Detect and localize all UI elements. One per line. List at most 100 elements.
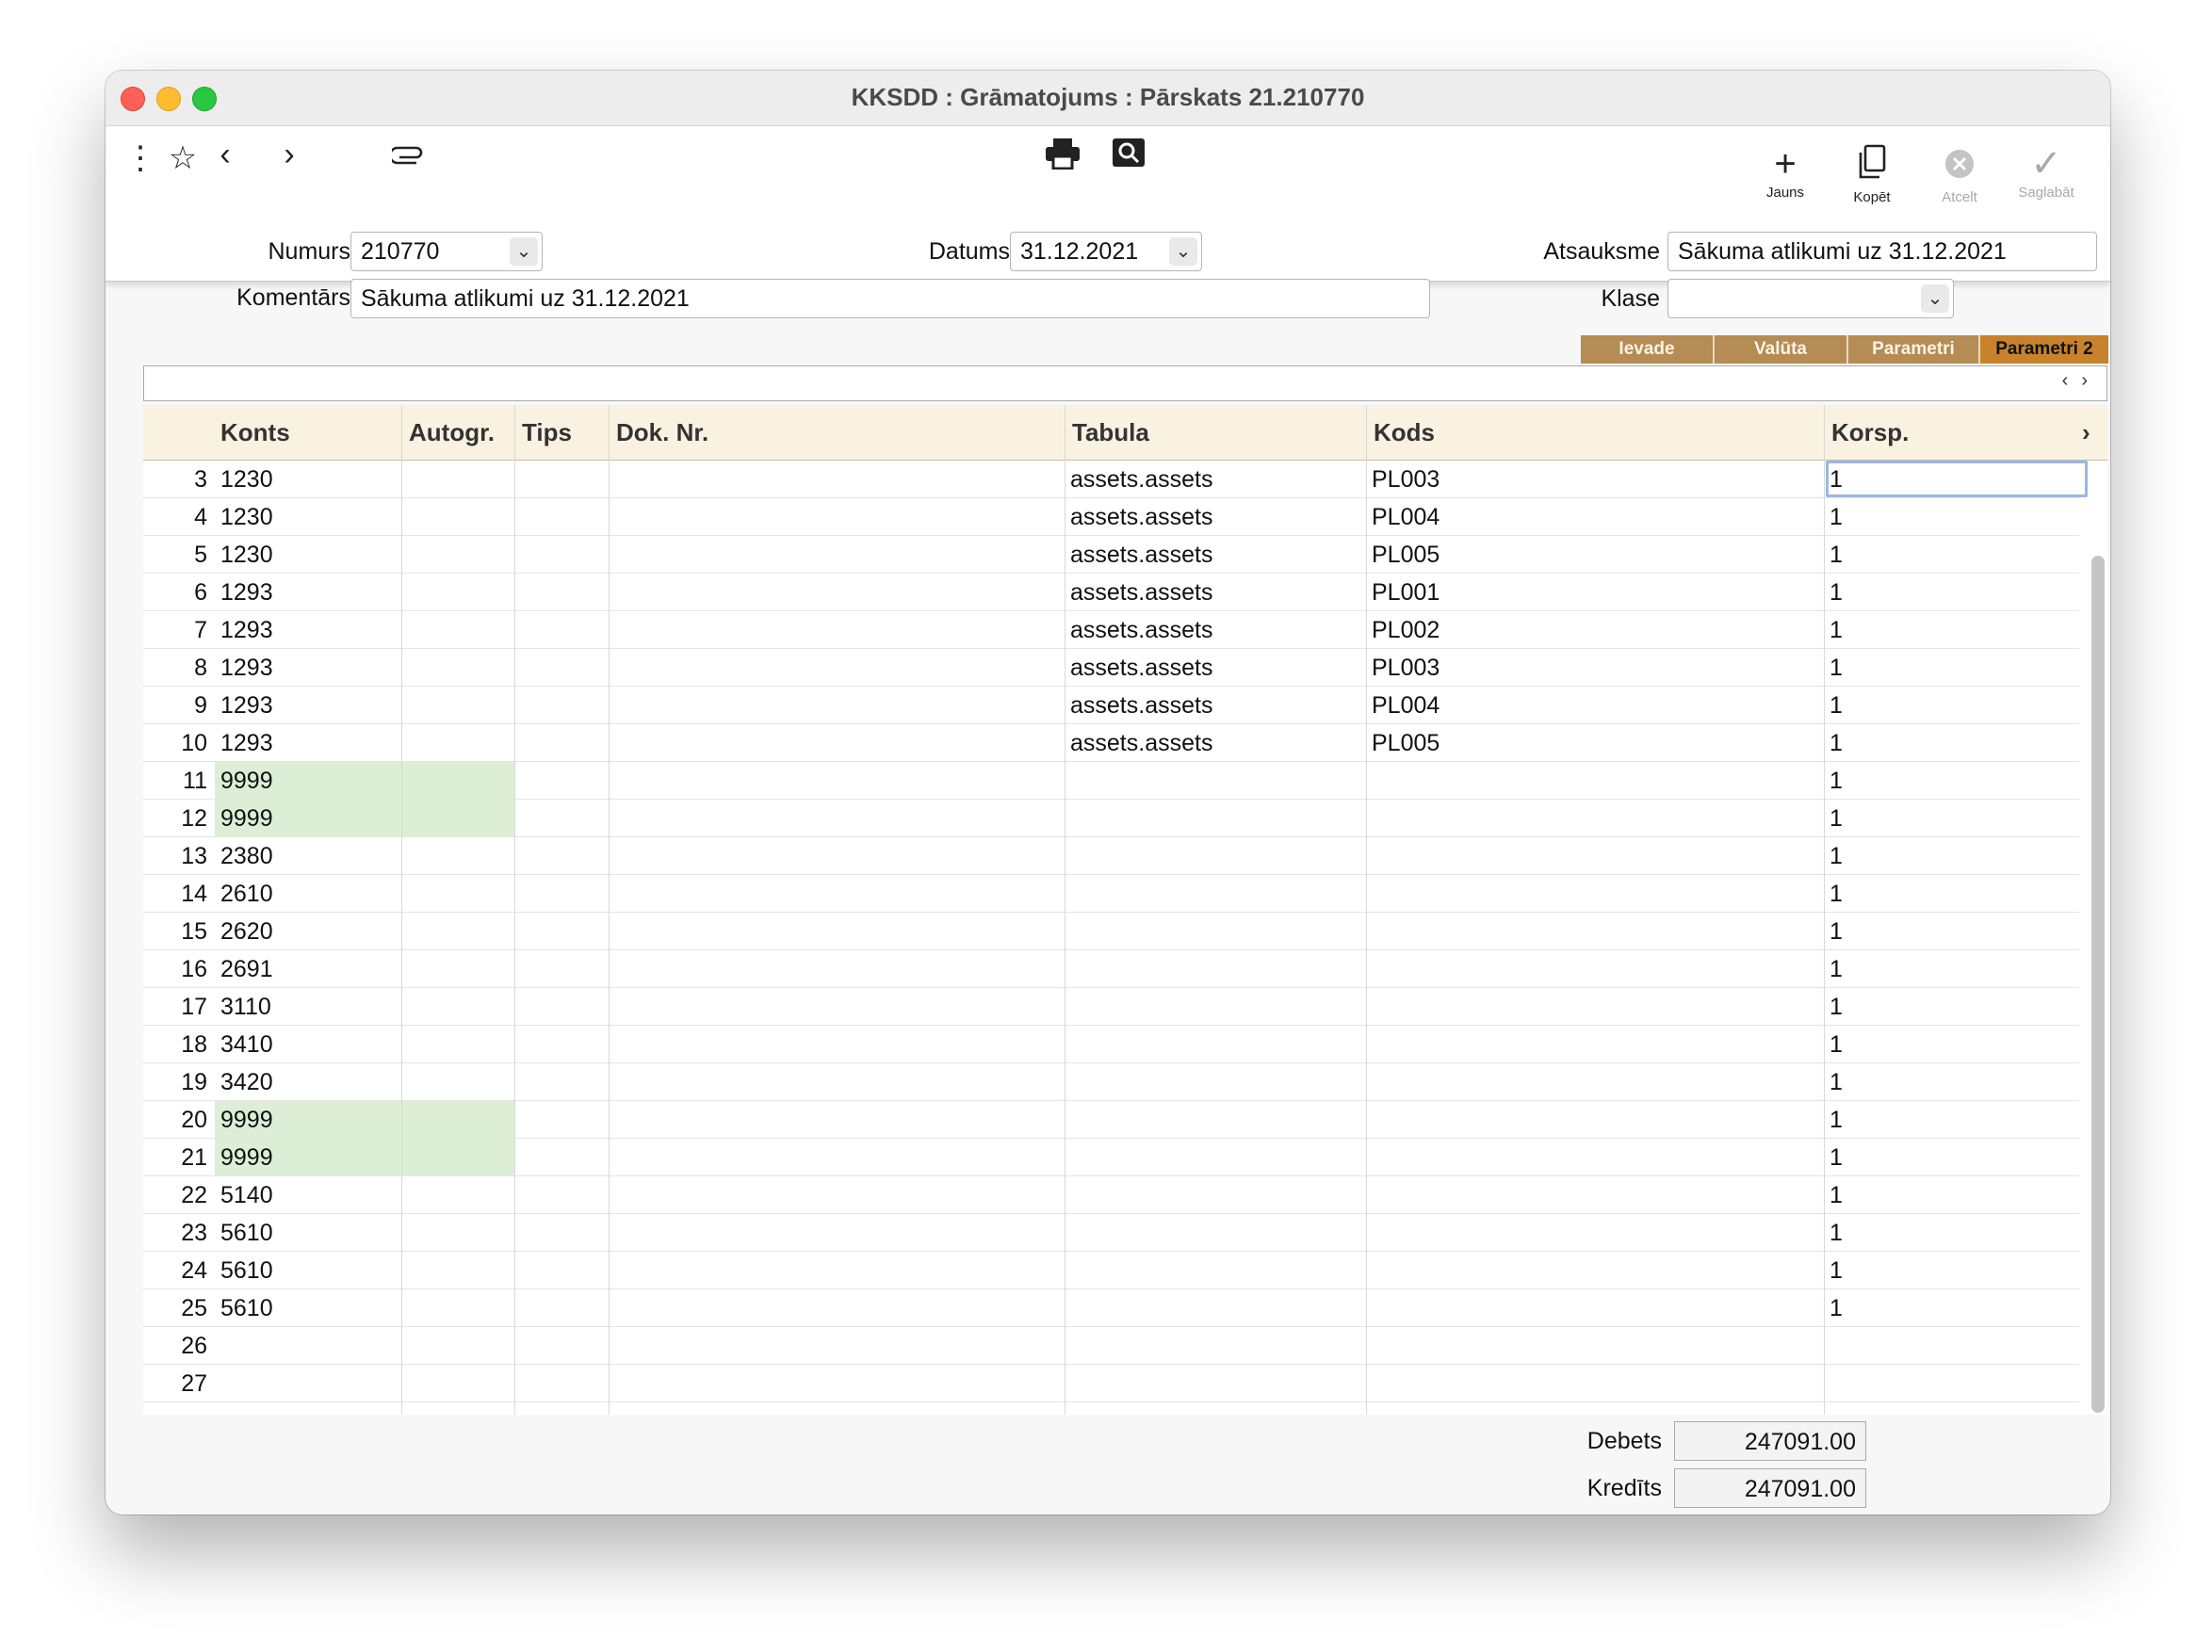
cell-tips[interactable]	[514, 1327, 609, 1365]
cell-kods[interactable]: PL005	[1366, 724, 1824, 762]
table-row[interactable]: 7 1293 assets.assets PL002 1	[143, 611, 2079, 649]
cell-tips[interactable]	[514, 1365, 609, 1402]
table-row[interactable]: 6 1293 assets.assets PL001 1	[143, 574, 2079, 611]
cell-autogr[interactable]	[401, 536, 514, 574]
cell-tabula[interactable]: assets.assets	[1065, 611, 1366, 649]
cell-kods[interactable]	[1366, 1101, 1824, 1139]
cell-kods[interactable]	[1366, 1063, 1824, 1101]
cell-tabula[interactable]	[1065, 988, 1366, 1026]
cell-korsp[interactable]: 1	[1824, 762, 2078, 800]
cell-tabula[interactable]: assets.assets	[1065, 498, 1366, 536]
cell-tabula[interactable]	[1065, 1026, 1366, 1063]
cell-korsp[interactable]: 1	[1824, 1214, 2078, 1252]
cell-konts[interactable]: 5610	[215, 1214, 401, 1252]
cell-autogr[interactable]	[401, 950, 514, 988]
cell-kods[interactable]	[1366, 913, 1824, 950]
cell-autogr[interactable]	[401, 461, 514, 498]
cell-tabula[interactable]	[1065, 762, 1366, 800]
table-row[interactable]: 12 9999 1	[143, 800, 2079, 837]
cell-autogr[interactable]	[401, 988, 514, 1026]
cell-autogr[interactable]	[401, 574, 514, 611]
cell-kods[interactable]	[1366, 1139, 1824, 1176]
cell-kods[interactable]	[1366, 1176, 1824, 1214]
cell-tips[interactable]	[514, 988, 609, 1026]
datums-field[interactable]: 31.12.2021 ⌄	[1010, 232, 1202, 271]
cell-konts[interactable]: 2620	[215, 913, 401, 950]
cell-kods[interactable]	[1366, 1289, 1824, 1327]
vertical-scrollbar[interactable]	[2091, 556, 2105, 1413]
cell-konts[interactable]: 3410	[215, 1026, 401, 1063]
cell-tips[interactable]	[514, 1026, 609, 1063]
scroll-columns-arrows-icon[interactable]: ‹›	[2062, 370, 2101, 392]
cell-konts[interactable]	[215, 1365, 401, 1402]
cell-autogr[interactable]	[401, 498, 514, 536]
table-row[interactable]: 14 2610 1	[143, 875, 2079, 913]
cell-dok-nr[interactable]	[609, 1252, 1065, 1289]
table-row[interactable]: 3 1230 assets.assets PL003 1	[143, 461, 2079, 498]
cell-konts[interactable]: 5610	[215, 1252, 401, 1289]
cell-tips[interactable]	[514, 574, 609, 611]
cell-tabula[interactable]	[1065, 1289, 1366, 1327]
cell-tabula[interactable]	[1065, 800, 1366, 837]
cell-tabula[interactable]	[1065, 837, 1366, 875]
cell-tabula[interactable]	[1065, 1327, 1366, 1365]
cell-tips[interactable]	[514, 1139, 609, 1176]
cell-korsp[interactable]: 1	[1824, 574, 2078, 611]
cell-tips[interactable]	[514, 950, 609, 988]
cell-autogr[interactable]	[401, 1214, 514, 1252]
cell-korsp[interactable]	[1824, 1365, 2078, 1402]
cell-tabula[interactable]: assets.assets	[1065, 574, 1366, 611]
atsauksme-field[interactable]: Sākuma atlikumi uz 31.12.2021	[1667, 232, 2097, 271]
cell-dok-nr[interactable]	[609, 1365, 1065, 1402]
cell-tabula[interactable]	[1065, 1365, 1366, 1402]
table-row[interactable]: 17 3110 1	[143, 988, 2079, 1026]
chevron-down-icon[interactable]: ⌄	[510, 237, 538, 266]
cell-dok-nr[interactable]	[609, 1026, 1065, 1063]
cell-kods[interactable]: PL003	[1366, 461, 1824, 498]
cell-konts[interactable]: 2380	[215, 837, 401, 875]
cell-kods[interactable]: PL005	[1366, 536, 1824, 574]
cell-kods[interactable]	[1366, 762, 1824, 800]
cell-korsp[interactable]	[1824, 1327, 2078, 1365]
cell-korsp[interactable]: 1	[1824, 950, 2078, 988]
chevron-down-icon[interactable]: ⌄	[1169, 237, 1197, 266]
chevron-down-icon[interactable]: ⌄	[1921, 284, 1949, 313]
cell-dok-nr[interactable]	[609, 913, 1065, 950]
cell-tips[interactable]	[514, 1214, 609, 1252]
cell-konts[interactable]: 2610	[215, 875, 401, 913]
cell-tips[interactable]	[514, 837, 609, 875]
table-row[interactable]: 11 9999 1	[143, 762, 2079, 800]
cell-kods[interactable]	[1366, 950, 1824, 988]
cell-korsp[interactable]: 1	[1824, 498, 2078, 536]
cell-dok-nr[interactable]	[609, 1214, 1065, 1252]
cell-kods[interactable]: PL002	[1366, 611, 1824, 649]
cell-dok-nr[interactable]	[609, 687, 1065, 724]
cell-korsp[interactable]: 1	[1824, 1289, 2078, 1327]
cell-tabula[interactable]	[1065, 1063, 1366, 1101]
cell-autogr[interactable]	[401, 837, 514, 875]
cell-konts[interactable]: 1293	[215, 574, 401, 611]
cell-tips[interactable]	[514, 536, 609, 574]
cell-tips[interactable]	[514, 762, 609, 800]
cell-kods[interactable]: PL004	[1366, 498, 1824, 536]
cell-autogr[interactable]	[401, 800, 514, 837]
cell-dok-nr[interactable]	[609, 1327, 1065, 1365]
cell-autogr[interactable]	[401, 875, 514, 913]
focused-cell[interactable]	[1826, 461, 2088, 497]
cell-tabula[interactable]	[1065, 1252, 1366, 1289]
column-header-tabula[interactable]: Tabula	[1066, 405, 1368, 460]
cell-kods[interactable]: PL004	[1366, 687, 1824, 724]
cell-tabula[interactable]: assets.assets	[1065, 687, 1366, 724]
cell-kods[interactable]	[1366, 988, 1824, 1026]
tab-valuta[interactable]: Valūta	[1715, 335, 1848, 364]
cell-tabula[interactable]	[1065, 913, 1366, 950]
cell-tabula[interactable]: assets.assets	[1065, 536, 1366, 574]
cell-konts[interactable]	[215, 1327, 401, 1365]
cell-korsp[interactable]: 1	[1824, 800, 2078, 837]
cell-korsp[interactable]: 1	[1824, 1176, 2078, 1214]
cell-dok-nr[interactable]	[609, 1101, 1065, 1139]
cell-autogr[interactable]	[401, 649, 514, 687]
cell-dok-nr[interactable]	[609, 762, 1065, 800]
cell-autogr[interactable]	[401, 1101, 514, 1139]
column-header-kods[interactable]: Kods	[1368, 405, 1826, 460]
